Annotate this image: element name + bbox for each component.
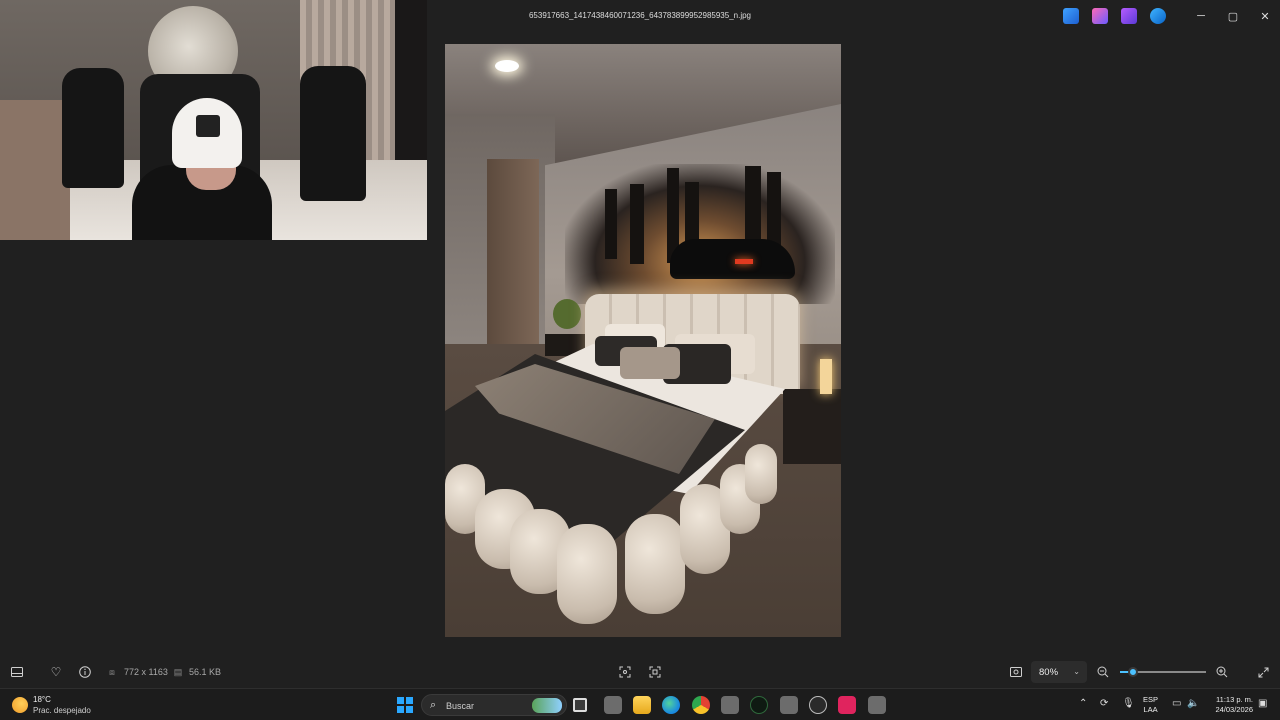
volume-icon[interactable]: 🔈 bbox=[1187, 698, 1199, 709]
chrome-icon[interactable] bbox=[692, 696, 710, 714]
sync-icon[interactable]: ⟳ bbox=[1100, 698, 1108, 709]
dimensions-icon: ⧈ bbox=[109, 666, 115, 677]
maximize-button[interactable]: ▢ bbox=[1217, 6, 1249, 26]
taskbar: 18°C Prac. despejado ⌕ Buscar ⌃ ⟳ 🎙 ESP … bbox=[0, 688, 1280, 720]
photo-building bbox=[630, 184, 644, 264]
network-icon[interactable]: ▭ bbox=[1172, 698, 1181, 709]
start-icon[interactable] bbox=[397, 697, 413, 713]
zoom-out-icon[interactable] bbox=[1095, 664, 1111, 680]
photo-building bbox=[605, 189, 617, 259]
photo-bed-cushion bbox=[625, 514, 685, 614]
close-button[interactable]: ✕ bbox=[1249, 6, 1280, 26]
search-placeholder: Buscar bbox=[446, 701, 475, 711]
photo-plant bbox=[553, 299, 581, 329]
weather-temperature[interactable]: 18°C bbox=[33, 695, 51, 704]
window-title: 653917663_1417438460071236_6437838999529… bbox=[528, 11, 751, 20]
upwork-icon[interactable] bbox=[750, 696, 768, 714]
system-clock[interactable]: 11:13 p. m. 24/03/2026 bbox=[1205, 695, 1253, 715]
minimize-button[interactable]: ─ bbox=[1185, 6, 1217, 26]
fullscreen-icon[interactable] bbox=[1255, 664, 1271, 680]
photo-ceiling-light bbox=[495, 60, 519, 72]
clock-date: 24/03/2026 bbox=[1215, 705, 1253, 714]
file-size: 56.1 KB bbox=[189, 667, 222, 677]
zoom-in-icon[interactable] bbox=[1214, 664, 1230, 680]
displayed-image[interactable] bbox=[445, 44, 841, 637]
photo-door bbox=[487, 159, 539, 354]
save-icon: ▤ bbox=[173, 666, 183, 677]
onedrive-icon[interactable] bbox=[1150, 8, 1166, 24]
webcam-overlay bbox=[0, 0, 427, 240]
webcam-chair-left bbox=[62, 68, 124, 188]
edit-image-icon[interactable] bbox=[1063, 8, 1079, 24]
search-icon: ⌕ bbox=[430, 699, 437, 711]
search-highlight-icon bbox=[532, 698, 562, 713]
language-code: ESP bbox=[1143, 695, 1159, 704]
taskbar-search[interactable]: ⌕ Buscar bbox=[421, 694, 567, 716]
clock-time: 11:13 p. m. bbox=[1216, 695, 1253, 704]
clipchamp-icon[interactable] bbox=[1121, 8, 1137, 24]
notification-icon[interactable]: ▣ bbox=[1258, 698, 1267, 709]
photo-lamp bbox=[820, 359, 832, 394]
file-explorer-icon[interactable] bbox=[633, 696, 651, 714]
viewer-toolbar: ♡ ⧈ 772 x 1163 ▤ 56.1 KB 80% ⌄ bbox=[0, 656, 1280, 688]
keyboard-layout: LAA bbox=[1143, 705, 1158, 714]
weather-icon[interactable] bbox=[12, 697, 28, 713]
edge-icon[interactable] bbox=[662, 696, 680, 714]
chevron-down-icon: ⌄ bbox=[1073, 667, 1080, 676]
photo-bed-cushion bbox=[745, 444, 777, 504]
webcam-desk bbox=[0, 100, 70, 240]
zoom-level: 80% bbox=[1039, 666, 1059, 678]
photo-car bbox=[670, 239, 795, 279]
window-controls: ─ ▢ ✕ bbox=[1185, 6, 1280, 26]
image-dimensions: 772 x 1163 bbox=[124, 667, 168, 677]
webcam-chair-right bbox=[300, 66, 366, 201]
chevron-up-icon[interactable]: ⌃ bbox=[1079, 698, 1087, 709]
app-icon[interactable] bbox=[780, 696, 798, 714]
fit-icon[interactable] bbox=[617, 664, 633, 680]
microphone-icon[interactable]: 🎙 bbox=[1122, 698, 1135, 709]
copilot-icon[interactable] bbox=[1092, 8, 1108, 24]
photo-bed-frame bbox=[445, 444, 785, 637]
github-icon[interactable] bbox=[809, 696, 827, 714]
app-icon[interactable] bbox=[868, 696, 886, 714]
title-app-icons bbox=[1063, 8, 1166, 24]
photo-pillow bbox=[620, 347, 680, 379]
input-language[interactable]: ESP LAA bbox=[1143, 695, 1158, 715]
crop-icon[interactable] bbox=[647, 664, 663, 680]
heart-icon[interactable]: ♡ bbox=[48, 664, 64, 680]
tiktok-icon[interactable] bbox=[838, 696, 856, 714]
photo-car-light bbox=[735, 259, 753, 264]
webcam-cap-logo bbox=[196, 115, 220, 137]
screenshot-icon[interactable] bbox=[1008, 664, 1024, 680]
filmstrip-icon[interactable] bbox=[9, 664, 25, 680]
photo-right-nightstand bbox=[783, 389, 841, 464]
app-icon[interactable] bbox=[604, 696, 622, 714]
task-view-icon[interactable] bbox=[573, 698, 587, 712]
zoom-slider[interactable] bbox=[1120, 667, 1206, 677]
zoom-slider-thumb[interactable] bbox=[1127, 667, 1138, 677]
info-icon[interactable] bbox=[77, 664, 93, 680]
app-icon[interactable] bbox=[721, 696, 739, 714]
zoom-select[interactable]: 80% ⌄ bbox=[1031, 661, 1087, 683]
weather-description[interactable]: Prac. despejado bbox=[33, 706, 91, 715]
photo-bed-cushion bbox=[557, 524, 617, 624]
